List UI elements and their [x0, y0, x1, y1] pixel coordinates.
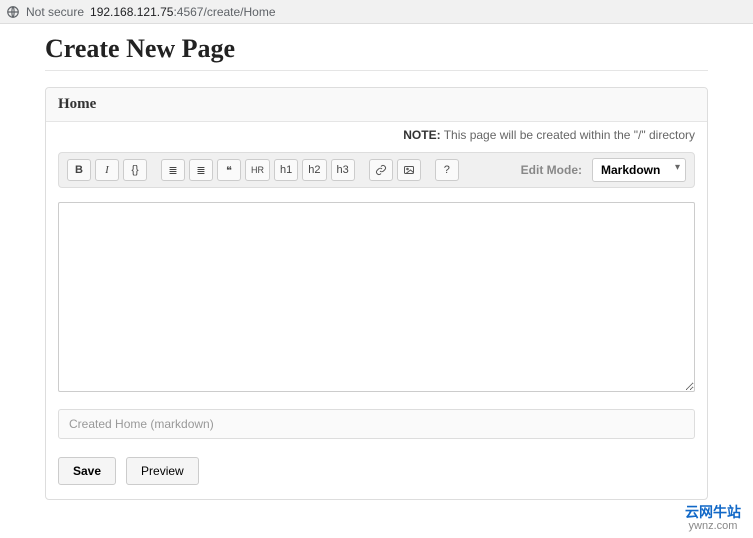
- edit-mode-label: Edit Mode:: [521, 163, 582, 177]
- link-button[interactable]: [369, 159, 393, 181]
- save-button[interactable]: Save: [58, 457, 116, 485]
- bold-button[interactable]: B: [67, 159, 91, 181]
- page-title: Create New Page: [45, 34, 708, 64]
- content-editor[interactable]: [58, 202, 695, 392]
- horizontal-rule-button[interactable]: HR: [245, 159, 270, 181]
- ordered-list-button[interactable]: ≣: [189, 159, 213, 181]
- create-page-panel: Home NOTE: This page will be created wit…: [45, 87, 708, 500]
- browser-address-bar: Not secure 192.168.121.75:4567/create/Ho…: [0, 0, 753, 24]
- h2-button[interactable]: h2: [302, 159, 326, 181]
- url-display[interactable]: 192.168.121.75:4567/create/Home: [90, 5, 275, 19]
- unordered-list-button[interactable]: ≣: [161, 159, 185, 181]
- code-button[interactable]: {}: [123, 159, 147, 181]
- italic-button[interactable]: I: [95, 159, 119, 181]
- h3-button[interactable]: h3: [331, 159, 355, 181]
- divider: [45, 70, 708, 71]
- edit-mode-select[interactable]: Markdown: [592, 158, 686, 182]
- blockquote-button[interactable]: ❝: [217, 159, 241, 181]
- help-button[interactable]: ?: [435, 159, 459, 181]
- security-label: Not secure: [26, 5, 84, 19]
- editor-toolbar: B I {} ≣ ≣ ❝ HR h1 h2 h3 ? Edit Mode:: [58, 152, 695, 188]
- directory-note: NOTE: This page will be created within t…: [46, 122, 707, 152]
- h1-button[interactable]: h1: [274, 159, 298, 181]
- preview-button[interactable]: Preview: [126, 457, 199, 485]
- page-name-heading: Home: [46, 88, 707, 122]
- commit-message-input[interactable]: [58, 409, 695, 439]
- globe-icon: [6, 5, 20, 19]
- watermark: 云网牛站 ywnz.com: [685, 505, 741, 532]
- image-button[interactable]: [397, 159, 421, 181]
